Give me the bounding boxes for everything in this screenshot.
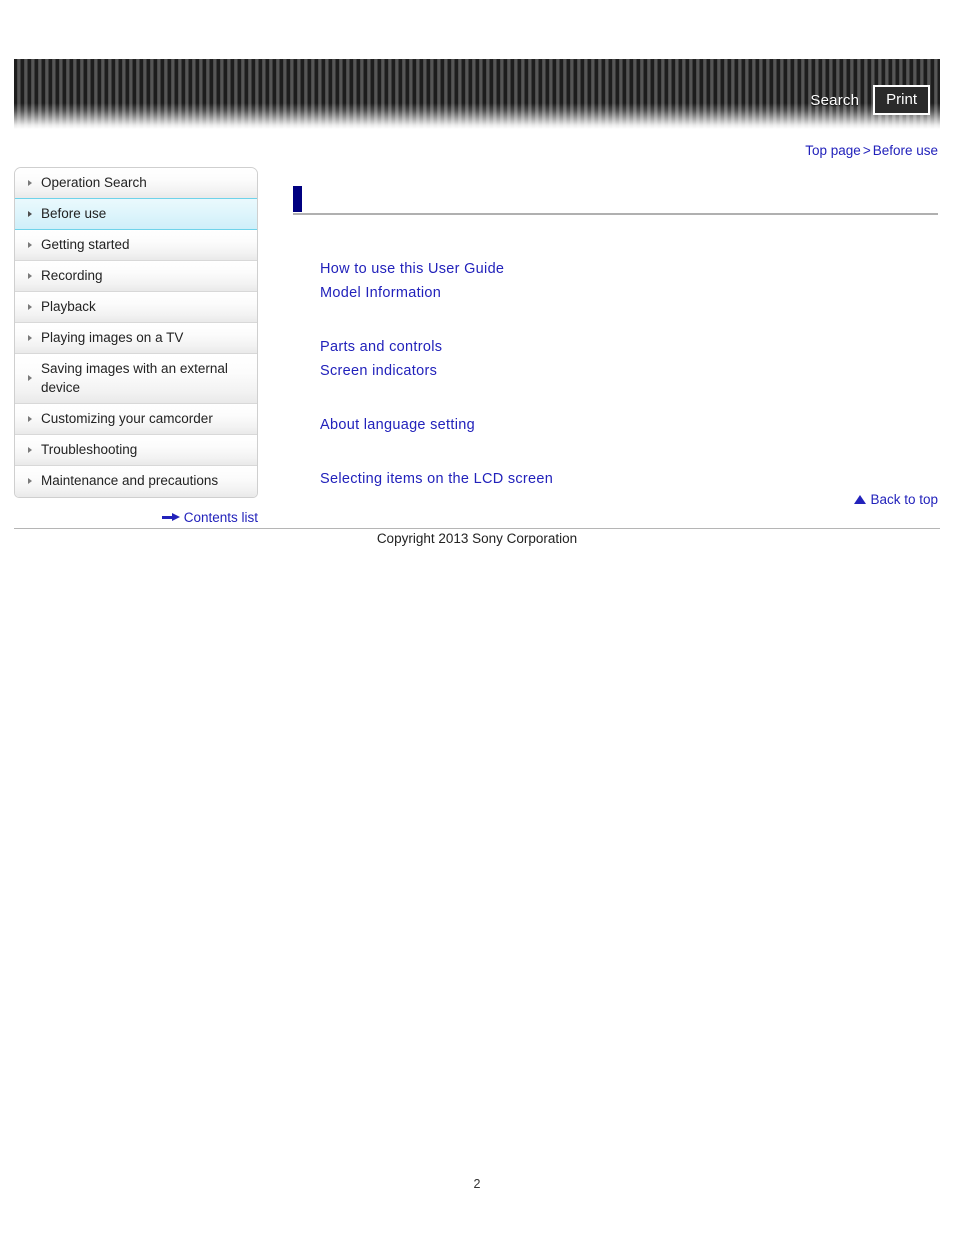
content-link-list: How to use this User Guide Model Informa…	[293, 257, 938, 491]
sidebar-item-playback[interactable]: Playback	[15, 291, 257, 323]
header-banner: Search Print	[14, 59, 940, 129]
bullet-arrow-icon	[28, 375, 32, 382]
link-group: Parts and controls Screen indicators	[320, 335, 938, 383]
link-parts-and-controls[interactable]: Parts and controls	[320, 335, 442, 359]
breadcrumb-top-page[interactable]: Top page	[805, 143, 861, 158]
sidebar-item-label: Playback	[41, 298, 96, 314]
sidebar-item-troubleshooting[interactable]: Troubleshooting	[15, 434, 257, 466]
contents-list-row: Contents list	[14, 510, 258, 525]
sidebar-item-customizing-your-camcorder[interactable]: Customizing your camcorder	[15, 403, 257, 435]
sidebar-item-maintenance-and-precautions[interactable]: Maintenance and precautions	[15, 465, 257, 497]
page-heading	[293, 186, 938, 215]
back-to-top-label: Back to top	[870, 492, 938, 507]
bullet-arrow-icon	[28, 272, 32, 279]
bullet-arrow-icon	[28, 303, 32, 310]
arrow-right-icon	[161, 513, 180, 522]
page-number: 2	[473, 1177, 481, 1191]
sidebar-item-before-use[interactable]: Before use	[15, 198, 257, 230]
sidebar-item-label: Playing images on a TV	[41, 329, 184, 345]
link-group: How to use this User Guide Model Informa…	[320, 257, 938, 305]
bullet-arrow-icon	[28, 334, 32, 341]
sidebar-item-getting-started[interactable]: Getting started	[15, 229, 257, 261]
header-controls: Search Print	[810, 85, 930, 115]
bullet-arrow-icon	[28, 180, 32, 186]
main-content: How to use this User Guide Model Informa…	[293, 186, 938, 491]
sidebar-item-label: Troubleshooting	[41, 441, 138, 457]
sidebar-item-playing-images-on-a-tv[interactable]: Playing images on a TV	[15, 322, 257, 354]
link-model-information[interactable]: Model Information	[320, 281, 441, 305]
sidebar-nav: Operation Search Before use Getting star…	[14, 167, 258, 498]
bullet-arrow-icon	[28, 446, 32, 453]
sidebar-item-recording[interactable]: Recording	[15, 260, 257, 292]
breadcrumb: Top page > Before use	[805, 143, 938, 158]
back-to-top-row: Back to top	[293, 492, 938, 507]
breadcrumb-separator: >	[862, 143, 871, 158]
link-about-language-setting[interactable]: About language setting	[320, 413, 475, 437]
link-group: Selecting items on the LCD screen	[320, 467, 938, 491]
sidebar-item-label: Recording	[41, 267, 103, 283]
search-link[interactable]: Search	[810, 93, 859, 108]
link-group: About language setting	[320, 413, 938, 437]
sidebar-item-label: Operation Search	[41, 175, 147, 191]
sidebar-item-label: Saving images with an external device	[41, 360, 228, 396]
bullet-arrow-icon	[28, 478, 32, 485]
sidebar-item-saving-images-external-device[interactable]: Saving images with an external device	[15, 353, 257, 404]
sidebar-item-label: Customizing your camcorder	[41, 410, 213, 426]
sidebar-item-label: Maintenance and precautions	[41, 473, 219, 489]
back-to-top-link[interactable]: Back to top	[854, 492, 938, 507]
sidebar-item-operation-search[interactable]: Operation Search	[15, 168, 257, 199]
link-how-to-use-this-user-guide[interactable]: How to use this User Guide	[320, 257, 504, 281]
sidebar-item-label: Getting started	[41, 236, 130, 252]
contents-list-link[interactable]: Contents list	[161, 510, 258, 525]
contents-list-label: Contents list	[183, 510, 258, 525]
breadcrumb-current[interactable]: Before use	[873, 143, 938, 158]
footer-divider	[14, 528, 940, 529]
sidebar-item-label: Before use	[41, 206, 107, 221]
print-button[interactable]: Print	[873, 85, 930, 115]
triangle-up-icon	[854, 495, 867, 504]
heading-marker	[293, 186, 302, 212]
bullet-arrow-icon	[28, 241, 32, 248]
bullet-arrow-icon	[28, 210, 32, 217]
bullet-arrow-icon	[28, 415, 32, 422]
link-selecting-items-on-the-lcd-screen[interactable]: Selecting items on the LCD screen	[320, 467, 553, 491]
link-screen-indicators[interactable]: Screen indicators	[320, 359, 437, 383]
copyright-text: Copyright 2013 Sony Corporation	[376, 531, 578, 546]
